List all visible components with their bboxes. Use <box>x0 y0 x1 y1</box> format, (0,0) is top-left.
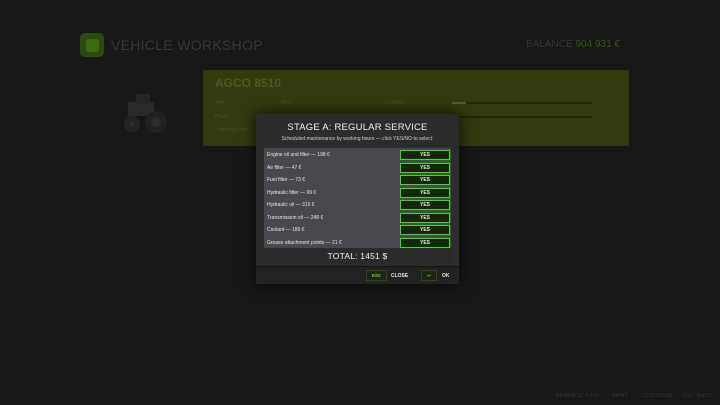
ok-button[interactable]: OK <box>442 273 450 279</box>
workshop-header: VEHICLE WORKSHOP <box>80 32 263 58</box>
yes-toggle-button[interactable]: YES <box>400 187 450 198</box>
vehicle-row-value: 8510 <box>281 100 293 106</box>
service-item: Grease attachment points — 21 € YES <box>264 237 451 249</box>
bottom-action-paint[interactable]: PAINT <box>609 393 628 399</box>
service-item-label: Fuel filter — 73 € <box>267 177 306 183</box>
yes-toggle-button[interactable]: YES <box>400 150 450 160</box>
service-item-label: Hydraulic filter — 99 € <box>267 189 317 196</box>
balance-value: 904 931 € <box>575 39 621 50</box>
service-item: Engine oil and filter — 198 € YES <box>264 150 451 163</box>
vehicle-row-label: Hours <box>215 114 229 120</box>
service-item-list[interactable]: Engine oil and filter — 198 € YES Air fi… <box>264 148 451 248</box>
yes-toggle-button[interactable]: YES <box>400 200 450 210</box>
yes-toggle-button[interactable]: YES <box>400 225 450 235</box>
vehicle-row-label: Age <box>215 100 224 106</box>
service-item-label: Transmission oil — 248 € <box>267 214 324 221</box>
balance-display: BALANCE 904 931 € <box>526 39 620 50</box>
bottom-action-customize[interactable]: CUSTOMIZE <box>638 393 673 399</box>
balance-label: BALANCE <box>526 39 573 50</box>
service-item-label: Engine oil and filter — 198 € <box>267 152 330 158</box>
service-item: Hydraulic oil — 315 € YES <box>264 200 451 213</box>
tractor-image <box>124 94 167 133</box>
service-item: Transmission oil — 248 € YES <box>264 212 451 226</box>
bottom-action-bar: REPAIR IC 4,500 PAINT CUSTOMIZE ESC BACK <box>553 393 712 399</box>
service-dialog: STAGE A: REGULAR SERVICE Scheduled maint… <box>256 114 459 284</box>
service-item-label: Coolant — 186 € <box>267 227 305 233</box>
esc-key-badge[interactable]: ESC <box>366 270 387 281</box>
service-item: Air filter — 47 € YES <box>264 162 451 176</box>
workshop-logo-icon <box>80 33 104 57</box>
condition-bar <box>452 102 592 104</box>
condition-label: Condition <box>383 100 405 106</box>
condition-bar-fill <box>452 102 466 104</box>
dialog-subtitle: Scheduled maintenance by working hours —… <box>281 136 434 142</box>
total-cost: TOTAL: 1451 $ <box>264 248 451 264</box>
bottom-action-back[interactable]: ESC BACK <box>683 393 712 399</box>
service-item: Hydraulic filter — 99 € YES <box>264 187 451 201</box>
page-title: VEHICLE WORKSHOP <box>111 37 263 53</box>
service-item-label: Hydraulic oil — 315 € <box>267 202 315 208</box>
service-item-label: Air filter — 47 € <box>267 164 302 171</box>
service-item-label: Grease attachment points — 21 € <box>267 239 342 246</box>
dialog-footer: ESC CLOSE ↩ OK <box>256 266 459 284</box>
yes-toggle-button[interactable]: YES <box>400 162 450 173</box>
bottom-action-repair[interactable]: REPAIR IC 4,500 <box>553 393 599 399</box>
yes-toggle-button[interactable]: YES <box>400 175 450 185</box>
yes-toggle-button[interactable]: YES <box>400 212 450 223</box>
vehicle-row-label: Operating Time <box>215 127 250 133</box>
yes-toggle-button[interactable]: YES <box>400 237 450 248</box>
service-item: Fuel filter — 73 € YES <box>264 175 451 188</box>
close-button[interactable]: CLOSE <box>391 273 408 279</box>
dialog-title: STAGE A: REGULAR SERVICE <box>287 122 428 133</box>
vehicle-name: AGCO 8510 <box>215 76 282 90</box>
enter-key-icon[interactable]: ↩ <box>421 270 437 281</box>
service-item: Coolant — 186 € YES <box>264 225 451 238</box>
